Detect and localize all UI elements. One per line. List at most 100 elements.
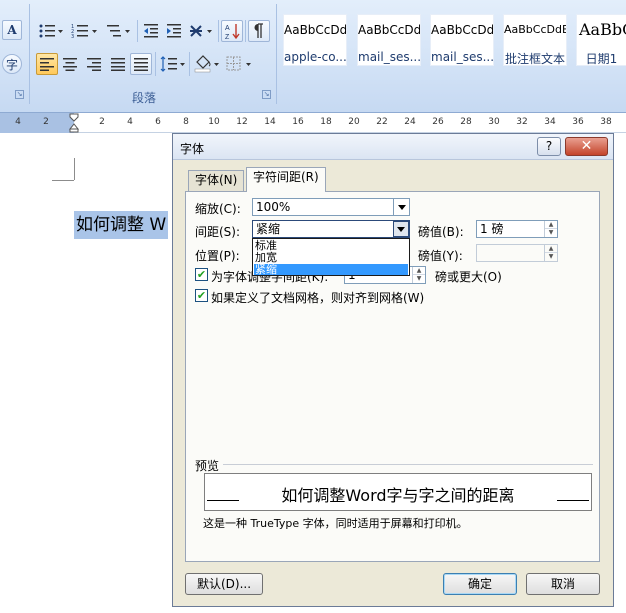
position-by-spinner[interactable]: ▲ ▼	[476, 244, 558, 262]
spacing-option-condensed[interactable]: 紧缩	[254, 264, 408, 275]
style-sample: AaBbCcDd	[431, 23, 493, 37]
increase-indent-icon	[167, 24, 181, 38]
distributed-icon	[134, 58, 148, 71]
ruler-tick: 10	[208, 117, 220, 127]
tab-font[interactable]: 字体(N)	[188, 170, 245, 191]
spacing-option-normal[interactable]: 标准	[254, 240, 408, 251]
numbering-button[interactable]: 123	[69, 21, 101, 41]
decrease-indent-icon	[144, 24, 158, 38]
spin-up-icon[interactable]: ▲	[545, 221, 557, 229]
spin-down-icon[interactable]: ▼	[545, 253, 557, 261]
font-dialog: 字体 ? ✕ 字体(N) 字符间距(R) 缩放(C): 100% 间距(S): …	[172, 133, 614, 607]
spacing-combo[interactable]: 紧缩	[252, 220, 410, 238]
increase-indent-button[interactable]	[163, 21, 185, 41]
spacing-dropdown-button[interactable]	[393, 221, 409, 237]
ruler-tick: 26	[432, 117, 444, 127]
style-sample: AaBbC	[579, 20, 626, 39]
numbering-icon: 123	[71, 24, 97, 39]
paragraph-mark-icon	[254, 23, 263, 38]
cancel-button[interactable]: 取消	[526, 573, 600, 595]
font-dialog-launcher[interactable]: ↘	[15, 90, 24, 99]
svg-text:A: A	[225, 25, 230, 32]
spin-down-icon[interactable]: ▼	[545, 229, 557, 237]
default-button[interactable]: 默认(D)...	[185, 573, 263, 595]
ruler-tick: 32	[516, 117, 528, 127]
styles-gallery: AaBbCcDd apple-co... AaBbCcDd mail_ses..…	[283, 14, 626, 66]
spacing-by-value: 1 磅	[480, 222, 504, 236]
ribbon-separator	[245, 20, 246, 42]
style-tile[interactable]: AaBbCcDd mail_ses...	[357, 14, 421, 66]
ruler-tick: 36	[572, 117, 584, 127]
svg-text:Z: Z	[225, 34, 230, 40]
paragraph-dialog-launcher[interactable]: ↘	[262, 90, 271, 99]
multilevel-list-button[interactable]	[104, 21, 134, 41]
shading-button[interactable]	[192, 53, 222, 75]
ruler-tick: 24	[404, 117, 416, 127]
bullets-button[interactable]	[36, 21, 66, 41]
style-name: mail_ses...	[431, 50, 493, 64]
indent-marker-icon[interactable]	[69, 113, 79, 133]
ribbon-separator	[137, 20, 138, 42]
style-tile[interactable]: AaBbCcDd mail_ses...	[430, 14, 494, 66]
decrease-indent-button[interactable]	[140, 21, 162, 41]
kerning-checkbox[interactable]: ✔	[195, 268, 208, 281]
spin-up-icon[interactable]: ▲	[545, 245, 557, 253]
ruler-tick: 12	[236, 117, 248, 127]
ruler-tick: 34	[544, 117, 556, 127]
preview-box: 如何调整Word字与字之间的距离	[204, 473, 592, 511]
multilevel-list-icon	[107, 25, 130, 37]
style-sample: AaBbCcDd	[358, 23, 420, 37]
position-by-label: 磅值(Y):	[418, 249, 463, 263]
spin-up-icon[interactable]: ▲	[413, 267, 425, 275]
dialog-titlebar[interactable]: 字体 ? ✕	[173, 134, 613, 160]
ruler-tick: 20	[348, 117, 360, 127]
horizontal-ruler[interactable]: 4 2 2 4 6 8 10 12 14 16 18 20 22 24 26 2…	[0, 113, 626, 133]
snap-to-grid-checkbox[interactable]: ✔	[195, 289, 208, 302]
tab-character-spacing[interactable]: 字符间距(R)	[246, 167, 326, 192]
ruler-tick: 14	[264, 117, 276, 127]
align-center-icon	[63, 58, 77, 71]
spin-down-icon[interactable]: ▼	[413, 275, 425, 283]
phonetic-guide-button[interactable]: 字	[2, 54, 22, 74]
line-spacing-button[interactable]	[158, 53, 188, 75]
scale-value: 100%	[256, 200, 291, 214]
svg-text:3: 3	[71, 34, 74, 39]
distributed-button[interactable]	[130, 53, 152, 75]
ok-button[interactable]: 确定	[443, 573, 517, 595]
help-button[interactable]: ?	[537, 137, 561, 156]
justify-button[interactable]	[107, 53, 129, 75]
close-button[interactable]: ✕	[565, 137, 608, 156]
ruler-tick: 18	[320, 117, 332, 127]
align-left-button[interactable]	[36, 53, 58, 75]
text-effect-button[interactable]: A	[2, 20, 22, 40]
spacing-value: 紧缩	[256, 222, 281, 236]
chinese-layout-button[interactable]	[187, 21, 217, 41]
align-left-icon	[40, 58, 54, 71]
scale-combo[interactable]: 100%	[252, 198, 410, 216]
style-sample: AaBbCcDd	[284, 23, 346, 37]
selected-document-text[interactable]: 如何调整 W	[74, 211, 169, 239]
spacing-dropdown-list: 标准 加宽 紧缩	[252, 238, 410, 276]
crop-mark	[74, 158, 75, 180]
style-tile[interactable]: AaBbC 日期1	[576, 14, 626, 66]
spinner-buttons: ▲ ▼	[544, 221, 557, 237]
scale-dropdown-button[interactable]	[393, 199, 409, 215]
align-center-button[interactable]	[59, 53, 81, 75]
spacing-by-spinner[interactable]: 1 磅 ▲ ▼	[476, 220, 558, 238]
style-tile[interactable]: AaBbCcDd apple-co...	[283, 14, 347, 66]
ribbon-separator	[29, 4, 30, 104]
style-tile[interactable]: AaBbCcDdE 批注框文本	[503, 14, 567, 66]
chevron-down-icon	[397, 226, 405, 232]
sort-icon: AZ	[225, 24, 240, 40]
ruler-tick: 6	[155, 117, 161, 127]
ribbon-separator	[218, 20, 219, 42]
kerning-suffix: 磅或更大(O)	[435, 270, 502, 284]
spacing-option-expanded[interactable]: 加宽	[254, 252, 408, 263]
show-marks-button[interactable]	[248, 20, 270, 42]
align-right-button[interactable]	[83, 53, 105, 75]
sort-button[interactable]: AZ	[221, 20, 243, 42]
snap-to-grid-label: 如果定义了文档网格，则对齐到网格(W)	[211, 291, 425, 305]
borders-button[interactable]	[224, 53, 256, 75]
ruler-tick: 16	[292, 117, 304, 127]
style-sample: AaBbCcDdE	[504, 23, 566, 36]
